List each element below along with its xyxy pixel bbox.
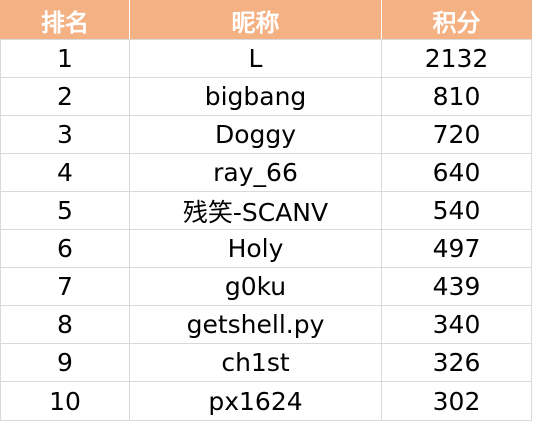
- score-cell: 2132: [381, 39, 532, 78]
- score-cell: 439: [381, 267, 532, 306]
- rank-cell: 6: [0, 229, 130, 268]
- score-cell: 640: [381, 153, 532, 192]
- name-cell: g0ku: [129, 267, 382, 306]
- table-row: 6 Holy 497: [0, 229, 532, 268]
- rank-column-header: 排名: [0, 0, 130, 40]
- rank-cell: 7: [0, 267, 130, 306]
- name-cell: 残笑-SCANV: [129, 191, 382, 230]
- table-row: 9 ch1st 326: [0, 343, 532, 382]
- rank-cell: 8: [0, 305, 130, 344]
- name-cell: px1624: [129, 381, 382, 421]
- score-cell: 326: [381, 343, 532, 382]
- table-row: 2 bigbang 810: [0, 77, 532, 116]
- table-row: 1 L 2132: [0, 39, 532, 78]
- leaderboard-table: 排名 昵称 积分 1 L 2132 2 bigbang 810 3 Doggy …: [0, 0, 532, 421]
- rank-cell: 1: [0, 39, 130, 78]
- name-cell: ch1st: [129, 343, 382, 382]
- name-cell: getshell.py: [129, 305, 382, 344]
- table-row: 10 px1624 302: [0, 381, 532, 421]
- score-cell: 497: [381, 229, 532, 268]
- table-row: 5 残笑-SCANV 540: [0, 191, 532, 230]
- header-row: 排名 昵称 积分: [0, 0, 532, 40]
- rank-cell: 5: [0, 191, 130, 230]
- name-cell: L: [129, 39, 382, 78]
- table-row: 3 Doggy 720: [0, 115, 532, 154]
- score-cell: 340: [381, 305, 532, 344]
- name-cell: ray_66: [129, 153, 382, 192]
- name-column-header: 昵称: [129, 0, 382, 40]
- score-cell: 720: [381, 115, 532, 154]
- name-cell: Doggy: [129, 115, 382, 154]
- score-cell: 302: [381, 381, 532, 421]
- score-cell: 810: [381, 77, 532, 116]
- score-column-header: 积分: [381, 0, 532, 40]
- leaderboard-body: 1 L 2132 2 bigbang 810 3 Doggy 720 4 ray…: [0, 39, 532, 421]
- score-cell: 540: [381, 191, 532, 230]
- name-cell: bigbang: [129, 77, 382, 116]
- rank-cell: 4: [0, 153, 130, 192]
- rank-cell: 10: [0, 381, 130, 421]
- rank-cell: 2: [0, 77, 130, 116]
- leaderboard-header: 排名 昵称 积分: [0, 0, 532, 40]
- table-row: 7 g0ku 439: [0, 267, 532, 306]
- table-row: 4 ray_66 640: [0, 153, 532, 192]
- rank-cell: 3: [0, 115, 130, 154]
- name-cell: Holy: [129, 229, 382, 268]
- table-row: 8 getshell.py 340: [0, 305, 532, 344]
- rank-cell: 9: [0, 343, 130, 382]
